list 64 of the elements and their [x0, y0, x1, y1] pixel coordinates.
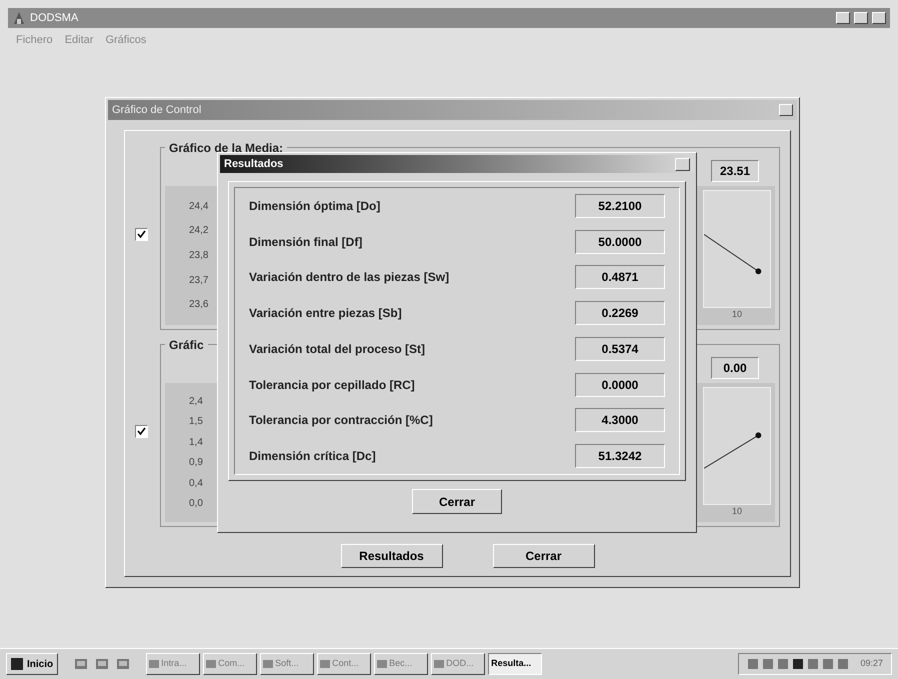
- result-label: Dimensión crítica [Dc]: [249, 448, 376, 465]
- dialog-button[interactable]: Cerrar: [492, 544, 594, 568]
- menu-item[interactable]: Fichero: [16, 32, 53, 48]
- axis-label: 0,9: [189, 456, 204, 470]
- axis-label: 1,5: [189, 415, 204, 430]
- close-button[interactable]: Cerrar: [412, 489, 502, 514]
- window-title: Gráfico de Control: [112, 102, 202, 118]
- result-label: Variación entre piezas [Sb]: [249, 305, 402, 322]
- checkbox[interactable]: [135, 425, 148, 438]
- window-icon: [149, 659, 160, 669]
- dialog-button[interactable]: Resultados: [340, 544, 442, 568]
- axis-label: 2,4: [189, 394, 204, 409]
- result-field: 52.2100: [575, 194, 665, 218]
- app-icon: [12, 11, 26, 25]
- tray-icon[interactable]: [792, 658, 804, 670]
- quick-launch-icon[interactable]: [95, 657, 110, 671]
- window-icon: [434, 659, 444, 669]
- taskbar-button[interactable]: DOD...: [431, 653, 486, 675]
- quick-launch-icon[interactable]: [74, 657, 88, 671]
- taskbar-button[interactable]: Bec...: [374, 653, 428, 675]
- check-icon: [137, 230, 146, 239]
- start-button[interactable]: Inicio: [6, 653, 58, 675]
- window-icon: [263, 659, 274, 669]
- clock: 09:27: [860, 657, 883, 670]
- window-icon: [320, 659, 330, 669]
- window-title: Resultados: [224, 156, 284, 172]
- value-field: 0.00: [711, 357, 759, 379]
- axis-label: 10: [732, 505, 742, 518]
- result-field: 51.3242: [575, 444, 665, 468]
- result-field: 0.2269: [575, 301, 665, 326]
- result-label: Variación total del proceso [St]: [249, 340, 426, 358]
- quick-launch-icon[interactable]: [116, 657, 130, 671]
- result-field: 0.4871: [575, 265, 665, 290]
- window-icon: [206, 659, 216, 669]
- axis-label: 0,0: [189, 497, 204, 512]
- result-field: 4.3000: [575, 408, 665, 432]
- axis-label: 24,4: [189, 200, 210, 214]
- axis-label: 24,2: [189, 224, 210, 238]
- result-field: 0.5374: [575, 336, 665, 361]
- axis-label: 0,4: [189, 476, 204, 491]
- window-title: DODSMA: [30, 10, 80, 26]
- value-field: 23.51: [711, 160, 759, 182]
- check-icon: [137, 427, 146, 436]
- axis-label: 23,8: [189, 248, 210, 263]
- axis-label: 23,6: [189, 298, 210, 312]
- result-label: Tolerancia por contracción [%C]: [249, 412, 433, 430]
- taskbar-button[interactable]: Soft...: [260, 653, 314, 675]
- menu-item[interactable]: Gráficos: [105, 32, 146, 48]
- result-label: Dimensión final [Df]: [249, 234, 362, 251]
- result-label: Tolerancia por cepillado [RC]: [249, 376, 415, 394]
- axis-label: 23,7: [189, 274, 210, 288]
- taskbar-button[interactable]: Cont...: [317, 653, 372, 675]
- taskbar-button[interactable]: Intra...: [146, 653, 200, 675]
- result-field: 50.0000: [575, 230, 665, 254]
- taskbar-button[interactable]: Com...: [203, 653, 258, 675]
- result-label: Dimensión óptima [Do]: [249, 198, 380, 215]
- checkbox[interactable]: [135, 228, 148, 241]
- menu-item[interactable]: Editar: [64, 32, 94, 48]
- result-field: 0.0000: [575, 372, 665, 397]
- axis-label: 10: [732, 308, 742, 321]
- axis-label: 1,4: [189, 436, 204, 450]
- taskbar-button[interactable]: Resulta...: [488, 653, 542, 675]
- window-icon: [377, 659, 388, 669]
- result-label: Variación dentro de las piezas [Sw]: [249, 269, 450, 286]
